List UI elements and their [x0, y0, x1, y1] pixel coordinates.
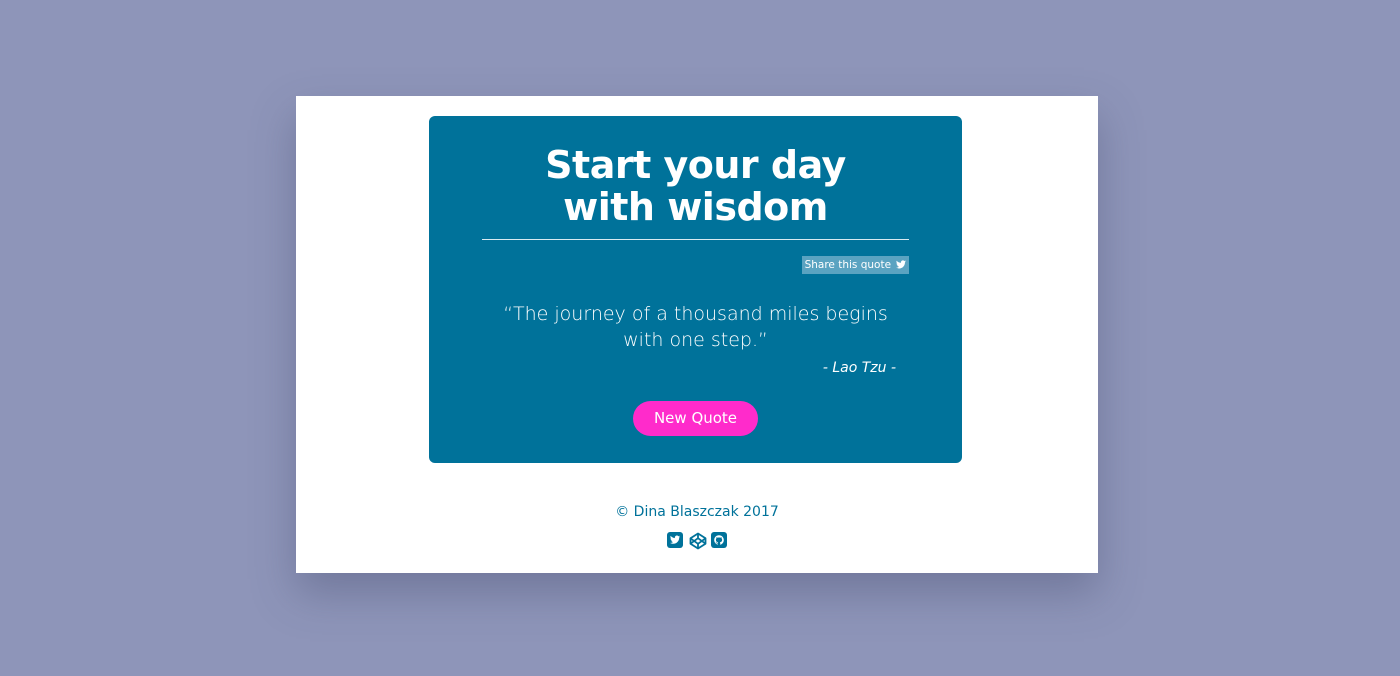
share-quote-button[interactable]: Share this quote	[802, 256, 909, 274]
title-divider	[482, 239, 909, 240]
quote-author: - Lao Tzu -	[822, 360, 896, 376]
codepen-icon[interactable]	[689, 532, 707, 550]
quote-text: “The journey of a thousand miles begins …	[503, 303, 888, 351]
title-line-2: with wisdom	[563, 185, 828, 229]
share-quote-label: Share this quote	[804, 259, 892, 271]
new-quote-button[interactable]: New Quote	[633, 401, 758, 436]
page-title: Start your day with wisdom	[429, 144, 962, 228]
github-icon[interactable]	[711, 532, 727, 548]
twitter-icon[interactable]	[667, 532, 683, 548]
quote-box: Start your day with wisdom Share this qu…	[429, 116, 962, 463]
twitter-icon	[896, 257, 907, 275]
title-line-1: Start your day	[545, 143, 846, 187]
footer-copyright: © Dina Blaszczak 2017	[615, 504, 779, 520]
social-links	[665, 532, 729, 550]
page-card: Start your day with wisdom Share this qu…	[296, 96, 1098, 573]
